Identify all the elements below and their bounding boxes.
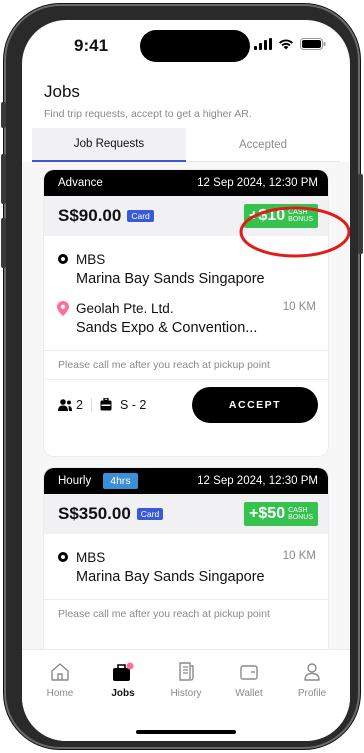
- nav-label: Wallet: [235, 688, 263, 699]
- dynamic-island: [140, 30, 250, 62]
- meta-separator: [90, 398, 92, 412]
- highlight-ellipse: [239, 206, 350, 258]
- job-card-header: Hourly 4hrs 12 Sep 2024, 12:30 PM: [44, 468, 328, 494]
- nav-wallet[interactable]: Wallet: [221, 662, 277, 699]
- job-card[interactable]: Hourly 4hrs 12 Sep 2024, 12:30 PM S$350.…: [44, 468, 328, 649]
- phone-frame: 9:41 Jobs Find trip requests, accept to …: [1, 4, 363, 749]
- nav-home[interactable]: Home: [32, 662, 88, 699]
- dropoff-stop: Geolah Pte. Ltd. Sands Expo & Convention…: [44, 301, 328, 336]
- nav-label: Home: [46, 688, 74, 699]
- nav-label: History: [170, 688, 202, 699]
- volume-up-button: [1, 154, 6, 204]
- profile-icon: [304, 663, 320, 681]
- trip-distance: 10 KM: [282, 301, 316, 313]
- pickup-stop: MBS Marina Bay Sands Singapore 10 KM: [44, 550, 328, 585]
- app-screen: 9:41 Jobs Find trip requests, accept to …: [22, 20, 350, 741]
- briefcase-icon: [113, 662, 134, 681]
- passenger-note: Please call me after you reach at pickup…: [58, 359, 270, 371]
- home-indicator: [136, 730, 236, 734]
- cellular-signal-icon: [254, 38, 272, 50]
- fare-price: S$90.00: [58, 206, 122, 225]
- payment-method-badge: Card: [127, 210, 154, 222]
- price-row: S$350.00 Card +$50 CASH BONUS: [44, 494, 328, 534]
- accept-button[interactable]: ACCEPT: [192, 387, 318, 423]
- job-type: Hourly: [58, 475, 92, 487]
- wallet-icon: [240, 665, 258, 680]
- passengers-icon: [58, 399, 72, 411]
- cash-bonus-badge: +$50 CASH BONUS: [244, 502, 318, 526]
- pickup-dot-icon: [58, 254, 68, 264]
- battery-icon: [300, 38, 326, 50]
- nav-jobs[interactable]: Jobs: [95, 662, 151, 699]
- wifi-icon: [279, 39, 293, 50]
- job-tabs: Job Requests Accepted: [32, 128, 340, 162]
- page-title: Jobs: [44, 82, 80, 101]
- pickup-detail: Marina Bay Sands Singapore: [76, 569, 265, 585]
- trip-meta: 2 S - 2: [58, 398, 146, 412]
- luggage-count: S - 2: [119, 398, 147, 412]
- tab-job-requests[interactable]: Job Requests: [32, 128, 186, 162]
- history-icon: [179, 662, 194, 681]
- job-card-footer: 2 S - 2 ACCEPT: [44, 384, 328, 426]
- passenger-count: 2: [76, 398, 83, 412]
- nav-history[interactable]: History: [158, 662, 214, 699]
- job-type: Advance: [58, 177, 103, 189]
- nav-profile[interactable]: Profile: [284, 662, 340, 699]
- bonus-amount: +$50: [249, 505, 286, 522]
- pickup-detail: Marina Bay Sands Singapore: [76, 271, 265, 287]
- bonus-label-line2: BONUS: [288, 514, 313, 521]
- volume-down-button: [1, 218, 6, 268]
- nav-label: Profile: [297, 688, 327, 699]
- page-subtitle: Find trip requests, accept to get a high…: [44, 108, 252, 120]
- dropoff-detail: Sands Expo & Convention...: [76, 320, 258, 336]
- card-divider: [44, 379, 328, 380]
- payment-method-badge: Card: [136, 508, 164, 520]
- bonus-label-line1: CASH: [288, 507, 308, 514]
- job-datetime: 12 Sep 2024, 12:30 PM: [197, 177, 318, 189]
- silent-switch: [1, 102, 6, 128]
- duration-badge: 4hrs: [103, 473, 138, 489]
- power-button: [358, 174, 363, 254]
- tab-accepted[interactable]: Accepted: [186, 128, 340, 162]
- pickup-dot-icon: [58, 552, 68, 562]
- trip-distance: 10 KM: [282, 550, 316, 562]
- status-icons: [254, 38, 326, 50]
- nav-label: Jobs: [111, 688, 135, 699]
- location-pin-icon: [57, 301, 69, 316]
- job-datetime: 12 Sep 2024, 12:30 PM: [197, 475, 318, 487]
- job-card-header: Advance 12 Sep 2024, 12:30 PM: [44, 170, 328, 196]
- home-icon: [51, 663, 69, 681]
- bonus-label: CASH BONUS: [288, 507, 313, 521]
- status-time: 9:41: [74, 36, 109, 55]
- passenger-note: Please call me after you reach at pickup…: [58, 608, 270, 620]
- luggage-icon: [100, 398, 112, 411]
- bottom-navigation: Home Jobs History Wallet Profile: [22, 649, 350, 741]
- status-bar: 9:41: [22, 20, 350, 74]
- fare-price: S$350.00: [58, 504, 131, 523]
- page-header: Jobs Find trip requests, accept to get a…: [44, 82, 252, 120]
